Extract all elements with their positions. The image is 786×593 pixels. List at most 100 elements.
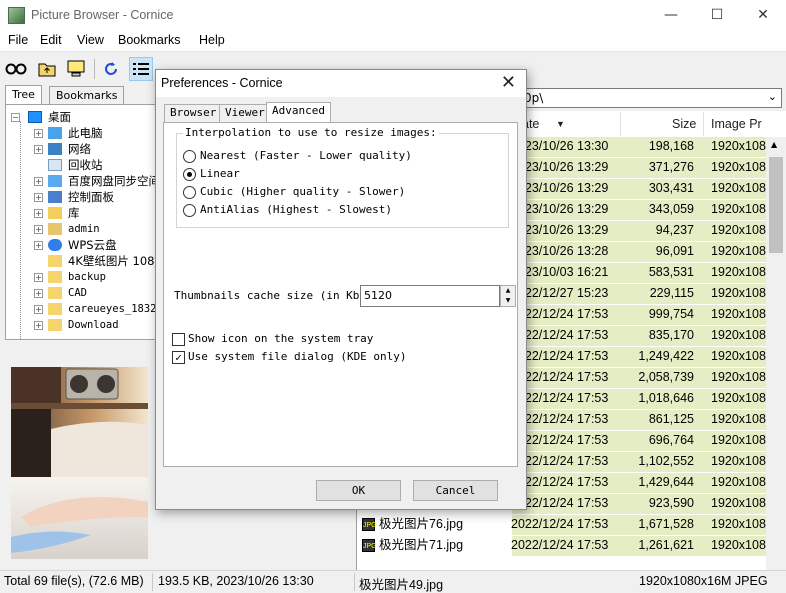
radio-indicator	[183, 150, 196, 163]
file-size: 1,261,621	[638, 538, 694, 552]
tab-bookmarks[interactable]: Bookmarks	[49, 86, 125, 104]
app-icon	[8, 7, 25, 24]
maximize-button[interactable]: ☐	[694, 0, 740, 31]
file-size: 1,429,644	[638, 475, 694, 489]
file-dimensions: 1920x108	[711, 370, 766, 384]
menu-bookmarks[interactable]: Bookmarks	[118, 33, 181, 47]
jpeg-file-icon: JPG	[362, 539, 377, 552]
file-dimensions: 1920x108	[711, 244, 766, 258]
file-size: 94,237	[655, 223, 694, 237]
scroll-up-icon[interactable]: ▲	[771, 140, 777, 149]
file-dimensions: 1920x108	[711, 265, 766, 279]
file-size: 1,102,552	[638, 454, 694, 468]
file-row[interactable]: JPG 极光图片71.jpg 2022/12/24 17:53 1,261,621 19…	[357, 535, 766, 556]
file-size: 1,671,528	[638, 517, 694, 531]
status-filename: 极光图片49.jpg	[359, 578, 444, 592]
file-size: 96,091	[655, 244, 694, 258]
dialog-title: Preferences - Cornice	[161, 76, 283, 90]
folder-tree: − 桌面 + 此电脑 + 网络 回收站 + 百度网盘同步空间 + 控制面板 + …	[5, 104, 158, 340]
file-dimensions: 1920x108	[711, 538, 766, 552]
file-size: 198,168	[648, 139, 694, 153]
file-dimensions: 1920x108	[711, 202, 766, 216]
file-date: 2022/12/24 17:53	[511, 517, 609, 531]
tab-browser[interactable]: Browser	[164, 104, 223, 122]
status-total: Total 69 file(s), (72.6 MB)	[4, 574, 144, 588]
dialog-title-bar: Preferences - Cornice ✕	[156, 70, 526, 97]
file-name: 极光图片71.jpg	[379, 538, 464, 552]
interpolation-label: Interpolation to use to resize images:	[183, 126, 439, 139]
file-dimensions: 1920x108	[711, 475, 766, 489]
cache-size-label: Thumbnails cache size (in Kb)	[174, 289, 367, 302]
close-button[interactable]: ✕	[740, 0, 786, 31]
preview-image	[11, 367, 148, 559]
file-dimensions: 1920x108	[711, 349, 766, 363]
monitor-icon[interactable]	[64, 57, 88, 81]
file-dimensions: 1920x108	[711, 391, 766, 405]
jpeg-file-icon: JPG	[362, 518, 377, 531]
folder-up-icon[interactable]	[35, 57, 59, 81]
toolbar-separator	[94, 59, 95, 79]
recycle-bin-icon	[48, 159, 62, 171]
status-bar: Total 69 file(s), (72.6 MB) 193.5 KB, 20…	[0, 570, 786, 593]
file-size: 2,058,739	[638, 370, 694, 384]
radio-indicator	[183, 204, 196, 217]
file-dimensions: 1920x108	[711, 328, 766, 342]
file-size: 1,018,646	[638, 391, 694, 405]
menu-file[interactable]: File	[8, 33, 28, 47]
file-name: 极光图片76.jpg	[379, 517, 464, 531]
menu-help[interactable]: Help	[199, 33, 225, 47]
file-row[interactable]: JPG 极光图片76.jpg 2022/12/24 17:53 1,671,528 19…	[357, 514, 766, 535]
column-header-image[interactable]: Image Pr	[711, 112, 762, 136]
folder-icon	[48, 319, 62, 331]
scrollbar-thumb[interactable]	[769, 157, 783, 253]
file-date: 2022/12/24 17:53	[511, 538, 609, 552]
vertical-scrollbar[interactable]: ▲	[766, 137, 786, 570]
dialog-close-icon[interactable]: ✕	[501, 72, 516, 93]
file-dimensions: 1920x108	[711, 454, 766, 468]
cancel-button[interactable]: Cancel	[413, 480, 498, 501]
file-dimensions: 1920x108	[711, 139, 766, 153]
computer-icon	[48, 127, 62, 139]
path-combobox[interactable]: 0p\ ⌄	[520, 88, 782, 108]
file-dimensions: 1920x108	[711, 412, 766, 426]
file-dimensions: 1920x108	[711, 433, 766, 447]
refresh-icon[interactable]	[99, 57, 123, 81]
file-dimensions: 1920x108	[711, 307, 766, 321]
network-icon	[48, 143, 62, 155]
cache-size-spinner[interactable]: ▲ ▼	[500, 285, 516, 307]
checkmark-icon: ✓	[172, 351, 185, 364]
file-size: 999,754	[648, 307, 694, 321]
tab-viewer[interactable]: Viewer	[219, 104, 271, 122]
column-header-size[interactable]: Size	[672, 112, 696, 136]
file-size: 861,125	[648, 412, 694, 426]
file-dimensions: 1920x108	[711, 223, 766, 237]
menu-bar: File Edit View Bookmarks Help	[0, 31, 786, 52]
ok-button[interactable]: OK	[316, 480, 401, 501]
menu-edit[interactable]: Edit	[40, 33, 62, 47]
view-icon[interactable]	[4, 57, 28, 81]
file-size: 696,764	[648, 433, 694, 447]
status-info: 1920x1080x16M JPEG	[639, 574, 768, 588]
title-bar: Picture Browser - Cornice — ☐ ✕	[0, 0, 786, 31]
file-size: 835,170	[648, 328, 694, 342]
sort-desc-icon: ▼	[556, 119, 565, 129]
cache-size-input[interactable]: 5120	[360, 285, 500, 307]
cloud-sync-icon	[48, 175, 62, 187]
tab-tree[interactable]: Tree	[5, 85, 42, 105]
details-view-icon[interactable]	[129, 57, 153, 81]
file-size: 1,249,422	[638, 349, 694, 363]
menu-view[interactable]: View	[77, 33, 104, 47]
folder-icon	[48, 287, 62, 299]
file-dimensions: 1920x108	[711, 181, 766, 195]
interpolation-group: Interpolation to use to resize images: N…	[176, 126, 509, 228]
chevron-down-icon[interactable]: ⌄	[768, 90, 777, 103]
minimize-button[interactable]: —	[648, 0, 694, 31]
file-size: 229,115	[649, 286, 694, 300]
cloud-icon	[48, 239, 62, 251]
file-dimensions: 1920x108	[711, 496, 766, 510]
radio-indicator-selected	[183, 168, 196, 181]
tab-advanced[interactable]: Advanced	[266, 102, 331, 123]
file-dimensions: 1920x108	[711, 160, 766, 174]
file-dimensions: 1920x108	[711, 286, 766, 300]
library-icon	[48, 207, 62, 219]
